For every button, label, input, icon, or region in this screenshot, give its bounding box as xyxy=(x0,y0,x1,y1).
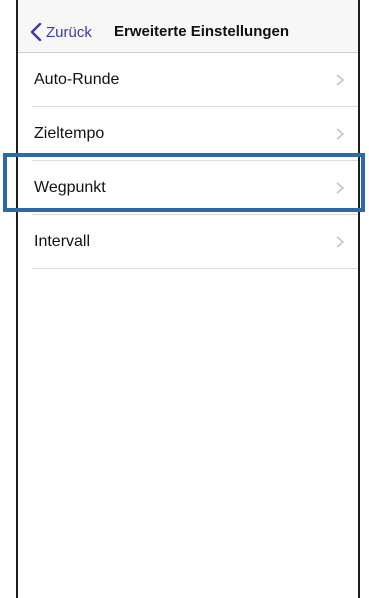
navigation-bar: Zurück Erweiterte Einstellungen xyxy=(18,0,358,53)
back-button-label: Zurück xyxy=(46,23,92,41)
chevron-right-icon xyxy=(336,182,344,194)
list-item-intervall[interactable]: Intervall xyxy=(18,215,358,269)
list-item-label: Zieltempo xyxy=(34,125,105,142)
list-item-zieltempo[interactable]: Zieltempo xyxy=(18,107,358,161)
phone-screen: Zurück Erweiterte Einstellungen Auto-Run… xyxy=(16,0,360,598)
list-item-label: Intervall xyxy=(34,233,91,250)
list-item-auto-runde[interactable]: Auto-Runde xyxy=(18,53,358,107)
list-item-label: Auto-Runde xyxy=(34,71,120,88)
back-button[interactable]: Zurück xyxy=(30,21,92,43)
chevron-left-icon xyxy=(30,23,42,41)
settings-list: Auto-Runde Zieltempo Wegpunkt Intervall xyxy=(18,53,358,269)
chevron-right-icon xyxy=(336,128,344,140)
chevron-right-icon xyxy=(336,236,344,248)
list-item-label: Wegpunkt xyxy=(34,179,106,196)
chevron-right-icon xyxy=(336,74,344,86)
page-title: Erweiterte Einstellungen xyxy=(114,23,290,40)
list-item-wegpunkt[interactable]: Wegpunkt xyxy=(18,161,358,215)
